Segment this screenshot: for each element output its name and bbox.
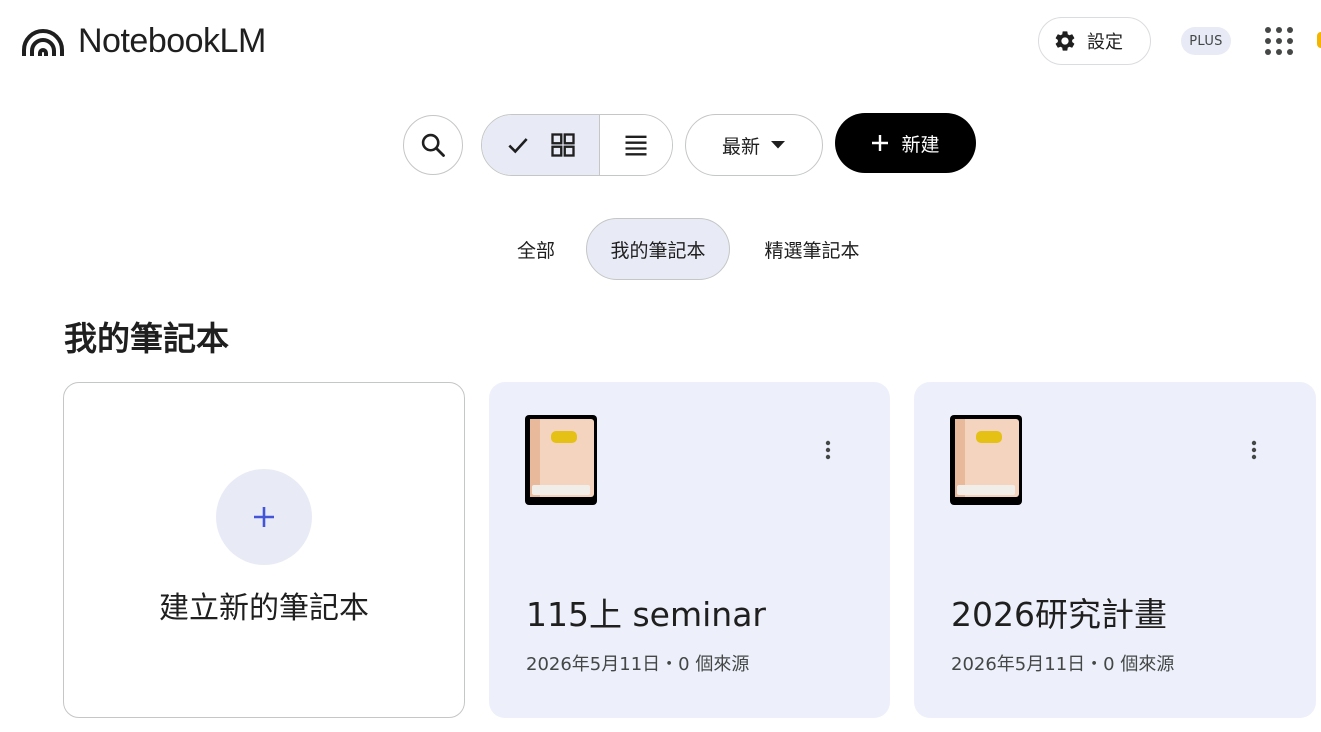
- apps-grid-icon: [1265, 27, 1293, 55]
- book-emoji-icon: [950, 415, 1022, 505]
- check-icon: [507, 138, 528, 154]
- list-view-button[interactable]: [600, 115, 672, 175]
- search-button[interactable]: [403, 115, 463, 175]
- settings-button[interactable]: 設定: [1038, 17, 1151, 65]
- notebook-title: 2026研究計畫: [951, 595, 1167, 634]
- plus-icon: [254, 507, 274, 527]
- create-notebook-label: 建立新的筆記本: [159, 591, 369, 626]
- plan-badge[interactable]: PLUS: [1181, 27, 1231, 55]
- search-icon: [421, 133, 445, 157]
- more-options-button[interactable]: [818, 438, 838, 462]
- more-vert-icon: [1251, 440, 1257, 460]
- section-title: 我的筆記本: [64, 319, 229, 358]
- notebooklm-logo-icon: [22, 29, 64, 56]
- tab-all[interactable]: 全部: [500, 218, 572, 280]
- new-notebook-button[interactable]: 新建: [835, 113, 976, 173]
- caret-down-icon: [771, 141, 785, 149]
- notebook-card[interactable]: 115上 seminar 2026年5月11日・0 個來源: [489, 382, 890, 718]
- book-emoji-icon: [525, 415, 597, 505]
- notebooklm-home: NotebookLM 設定 PLUS 最新 新建 全部 我的筆記本 精選筆記本 …: [0, 0, 1321, 732]
- tab-my-notebooks[interactable]: 我的筆記本: [586, 218, 730, 280]
- sort-label: 最新: [721, 135, 760, 158]
- sort-dropdown[interactable]: 最新: [685, 114, 823, 176]
- grid-view-icon: [550, 133, 575, 157]
- notebook-meta: 2026年5月11日・0 個來源: [951, 654, 1175, 675]
- app-logo[interactable]: NotebookLM: [22, 20, 266, 62]
- more-options-button[interactable]: [1244, 438, 1264, 462]
- app-name: NotebookLM: [78, 21, 266, 60]
- grid-view-button[interactable]: [482, 115, 600, 175]
- view-toggle: [481, 114, 673, 176]
- list-view-icon: [625, 135, 647, 156]
- more-vert-icon: [825, 440, 831, 460]
- tab-featured-notebooks[interactable]: 精選筆記本: [748, 218, 876, 280]
- notebook-meta: 2026年5月11日・0 個來源: [526, 654, 750, 675]
- plus-icon: [872, 135, 889, 151]
- new-label: 新建: [901, 133, 940, 156]
- create-notebook-card[interactable]: 建立新的筆記本: [63, 382, 465, 718]
- apps-grid-button[interactable]: [1262, 24, 1296, 58]
- gear-icon: [1055, 31, 1075, 51]
- notebook-card[interactable]: 2026研究計畫 2026年5月11日・0 個來源: [914, 382, 1316, 718]
- account-avatar-edge[interactable]: [1317, 32, 1321, 48]
- create-notebook-circle: [216, 469, 312, 565]
- notebook-title: 115上 seminar: [526, 595, 766, 634]
- settings-label: 設定: [1087, 32, 1123, 53]
